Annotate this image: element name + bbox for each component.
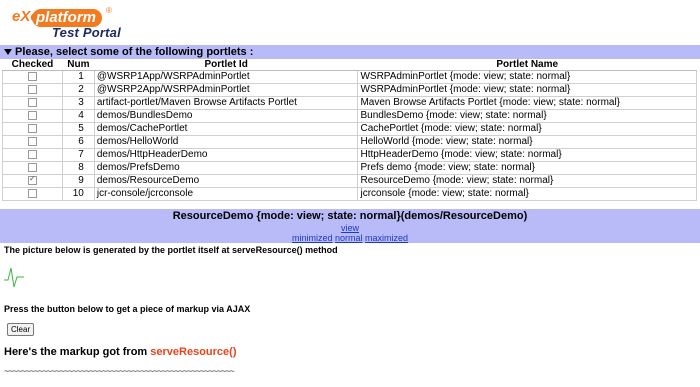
row-num: 10 <box>61 187 95 201</box>
row-portlet-id: demos/HttpHeaderDemo <box>93 148 359 162</box>
table-row: 5 demos/CachePortlet CachePortlet {mode: v… <box>2 122 697 136</box>
table-row: 10 jcr-console/jcrconsole jcrconsole {mode… <box>2 187 697 201</box>
row-num: 7 <box>61 148 95 162</box>
row-num: 1 <box>61 70 95 84</box>
row-portlet-id: @WSRP2App/WSRPAdminPortlet <box>93 83 359 97</box>
row-portlet-name: BundlesDemo {mode: view; state: normal} <box>357 109 697 123</box>
state-maximized-link[interactable]: maximized <box>365 233 408 243</box>
picture-description: The picture below is generated by the po… <box>4 245 338 255</box>
row-num: 2 <box>61 83 95 97</box>
row-portlet-name: ResourceDemo {mode: view; state: normal} <box>357 174 697 188</box>
row-checkbox[interactable] <box>27 123 37 133</box>
row-checkbox-cell <box>2 173 63 188</box>
table-row: 9demos/ResourceDemoResourceDemo {mode: v… <box>2 173 697 188</box>
col-checked-header: Checked <box>2 59 63 71</box>
table-row: 4 demos/BundlesDemo BundlesDemo {mode: vie… <box>2 109 697 123</box>
table-header-row: Checked Num Portlet Id Portlet Name <box>2 59 697 71</box>
table-row: 1 @WSRP1App/WSRPAdminPortlet WSRPAdminPort… <box>2 70 697 84</box>
collapse-triangle-icon[interactable] <box>4 48 12 55</box>
row-portlet-id: artifact-portlet/Maven Browse Artifacts … <box>93 96 359 110</box>
row-checkbox[interactable] <box>27 162 37 172</box>
row-num: 5 <box>61 122 95 136</box>
row-checkbox[interactable] <box>27 173 37 185</box>
row-num: 9 <box>61 174 95 188</box>
markup-heading: Here's the markup got from serveResource… <box>4 346 236 358</box>
ajax-instruction: Press the button below to get a piece of… <box>4 304 251 314</box>
table-row: 8 demos/PrefsDemo Prefs demo {mode: view; … <box>2 161 697 175</box>
row-portlet-id: jcr-console/jcrconsole <box>93 187 359 201</box>
row-num: 6 <box>61 135 95 149</box>
markup-heading-method: serveResource() <box>150 346 237 358</box>
row-checkbox-cell <box>2 83 63 97</box>
row-portlet-id: demos/BundlesDemo <box>93 109 359 123</box>
row-num: 3 <box>61 96 95 110</box>
logo-registered-mark: ® <box>106 6 112 15</box>
row-checkbox[interactable] <box>27 97 37 107</box>
row-checkbox[interactable] <box>27 110 37 120</box>
row-checkbox-cell <box>2 122 63 136</box>
row-portlet-name: CachePortlet {mode: view; state: normal} <box>357 122 697 136</box>
row-checkbox-cell <box>2 135 63 149</box>
row-portlet-name: jcrconsole {mode: view; state: normal} <box>357 187 697 201</box>
row-checkbox[interactable] <box>27 149 37 159</box>
row-portlet-id: demos/HelloWorld <box>93 135 359 149</box>
row-checkbox-cell <box>2 70 63 84</box>
row-portlet-name: WSRPAdminPortlet {mode: view; state: nor… <box>357 83 697 97</box>
section-title: Please, select some of the following por… <box>15 46 254 58</box>
row-portlet-id: demos/CachePortlet <box>93 122 359 136</box>
row-checkbox-cell <box>2 148 63 162</box>
row-checkbox[interactable] <box>27 71 37 81</box>
portlet-table: Checked Num Portlet Id Portlet Name 1 @WS… <box>2 59 697 201</box>
row-checkbox[interactable] <box>27 136 37 146</box>
row-checkbox-cell <box>2 96 63 110</box>
mode-view-label[interactable]: view <box>341 223 359 233</box>
state-minimized-link[interactable]: minimized <box>292 233 333 243</box>
table-row: 3 artifact-portlet/Maven Browse Artifacts… <box>2 96 697 110</box>
row-portlet-id: @WSRP1App/WSRPAdminPortlet <box>93 70 359 84</box>
row-portlet-name: Maven Browse Artifacts Portlet {mode: vi… <box>357 96 697 110</box>
col-portlet-id-header: Portlet Id <box>94 59 358 71</box>
row-portlet-name: Prefs demo {mode: view; state: normal} <box>357 161 697 175</box>
mode-view-link[interactable]: view <box>0 223 700 233</box>
row-checkbox[interactable] <box>27 188 37 198</box>
portlet-window-title: ResourceDemo {mode: view; state: normal}… <box>172 210 528 222</box>
clear-button[interactable]: Clear <box>7 323 35 336</box>
portal-header: eXo platform ® Test Portal <box>0 0 700 44</box>
row-checkbox[interactable] <box>27 84 37 94</box>
col-num-header: Num <box>62 59 95 71</box>
markup-separator-line: ~~~~~~~~~~~~~~~~~~~~~~~~~~~~~~~~~~~~~~~~… <box>4 366 235 376</box>
row-checkbox-cell <box>2 109 63 123</box>
table-row: 7 demos/HttpHeaderDemo HttpHeaderDemo {mod… <box>2 148 697 162</box>
row-num: 4 <box>61 109 95 123</box>
col-portlet-name-header: Portlet Name <box>357 59 697 71</box>
row-portlet-name: WSRPAdminPortlet {mode: view; state: nor… <box>357 70 697 84</box>
state-normal-link[interactable]: normal <box>335 233 363 243</box>
row-portlet-name: HelloWorld {mode: view; state: normal} <box>357 135 697 149</box>
portlet-selection-header: Please, select some of the following por… <box>0 45 700 59</box>
portal-title: Test Portal <box>52 25 121 40</box>
table-row: 2 @WSRP2App/WSRPAdminPortlet WSRPAdminPort… <box>2 83 697 97</box>
row-checkbox-cell <box>2 187 63 201</box>
generated-waveform-image <box>4 267 24 288</box>
row-portlet-id: demos/ResourceDemo <box>93 174 359 188</box>
markup-heading-prefix: Here's the markup got from <box>4 346 151 358</box>
window-state-links: minimized normal maximized <box>0 233 700 243</box>
row-num: 8 <box>61 161 95 175</box>
row-portlet-id: demos/PrefsDemo <box>93 161 359 175</box>
row-portlet-name: HttpHeaderDemo {mode: view; state: norma… <box>357 148 697 162</box>
table-row: 6 demos/HelloWorld HelloWorld {mode: view;… <box>2 135 697 149</box>
